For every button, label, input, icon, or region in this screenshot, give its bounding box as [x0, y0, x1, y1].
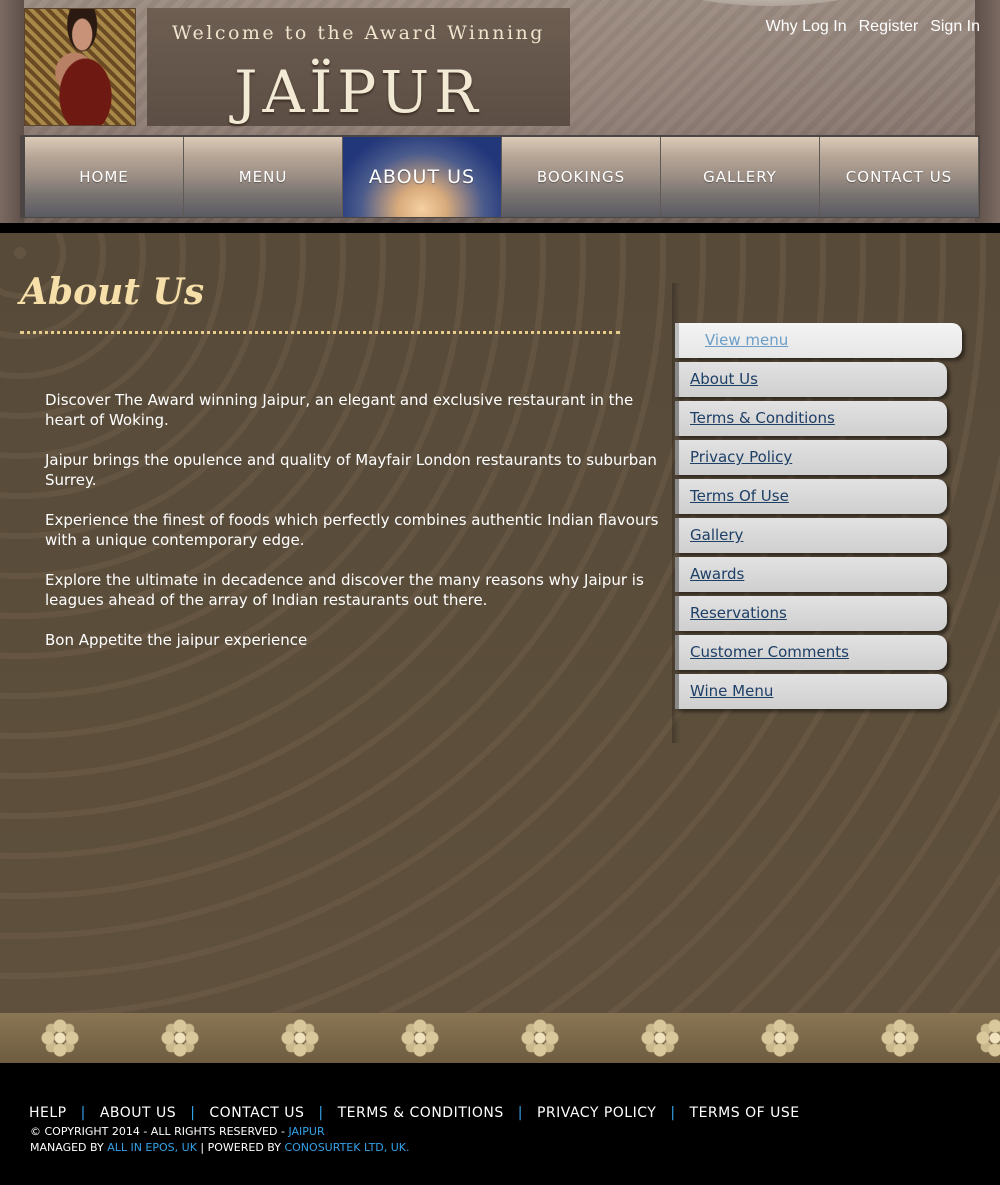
footer-link-privacy-policy[interactable]: PRIVACY POLICY: [537, 1105, 656, 1121]
flower-ornament-icon: [760, 1018, 800, 1058]
banner-brand-text: JAÏPUR: [234, 58, 483, 126]
register-link[interactable]: Register: [859, 18, 919, 36]
sign-in-link[interactable]: Sign In: [930, 18, 980, 36]
about-paragraph: Bon Appetite the jaipur experience: [45, 631, 308, 649]
footer-separator: |: [190, 1105, 196, 1121]
footer-separator: |: [517, 1105, 523, 1121]
copyright-line: © COPYRIGHT 2014 - ALL RIGHTS RESERVED -…: [30, 1125, 325, 1138]
about-paragraph: Jaipur brings the opulence and quality o…: [45, 451, 657, 489]
nav-contact-us[interactable]: CONTACT US: [820, 137, 979, 217]
main-nav: HOME MENU ABOUT US BOOKINGS GALLERY CONT…: [20, 135, 980, 218]
nav-home[interactable]: HOME: [25, 137, 184, 217]
sidebar-item-privacy-policy[interactable]: Privacy Policy: [675, 440, 947, 475]
page-title: About Us: [20, 271, 205, 313]
sidebar-item-customer-comments[interactable]: Customer Comments: [675, 635, 947, 670]
sidebar-item-about-us[interactable]: About Us: [675, 362, 947, 397]
flower-ornament-icon: [280, 1018, 320, 1058]
copyright-text: © COPYRIGHT 2014 - ALL RIGHTS RESERVED -: [30, 1125, 289, 1138]
nav-about-us[interactable]: ABOUT US: [343, 137, 502, 217]
flower-ornament-icon: [400, 1018, 440, 1058]
logo-photo[interactable]: [24, 8, 136, 126]
footer-link-about-us[interactable]: ABOUT US: [100, 1105, 176, 1121]
decorative-band: [0, 1013, 1000, 1063]
site-footer: HELP | ABOUT US | CONTACT US | TERMS & C…: [0, 1063, 1000, 1185]
view-menu-button[interactable]: View menu: [675, 323, 962, 358]
nav-bookings[interactable]: BOOKINGS: [502, 137, 661, 217]
banner-welcome-text: Welcome to the Award Winning: [172, 22, 545, 44]
footer-separator: |: [670, 1105, 676, 1121]
flower-ornament-icon: [40, 1018, 80, 1058]
about-paragraph: Discover The Award winning Jaipur, an el…: [45, 391, 634, 429]
managed-by-link[interactable]: ALL IN EPOS, UK: [107, 1141, 197, 1154]
sidebar-item-reservations[interactable]: Reservations: [675, 596, 947, 631]
header-ornament: [650, 0, 890, 6]
nav-menu[interactable]: MENU: [184, 137, 343, 217]
flower-ornament-icon: [975, 1018, 1000, 1058]
credits-line: MANAGED BY ALL IN EPOS, UK | POWERED BY …: [30, 1141, 410, 1154]
managed-by-label: MANAGED BY: [30, 1141, 108, 1154]
about-text: Discover The Award winning Jaipur, an el…: [45, 390, 665, 670]
footer-link-terms-conditions[interactable]: TERMS & CONDITIONS: [338, 1105, 504, 1121]
nav-gallery[interactable]: GALLERY: [661, 137, 820, 217]
flower-ornament-icon: [640, 1018, 680, 1058]
header-divider: [0, 223, 1000, 233]
title-divider: [20, 331, 620, 334]
flower-ornament-icon: [880, 1018, 920, 1058]
main-content: About Us Discover The Award winning Jaip…: [0, 233, 1000, 1013]
flower-ornament-icon: [160, 1018, 200, 1058]
footer-link-terms-of-use[interactable]: TERMS OF USE: [690, 1105, 800, 1121]
sidebar-item-terms-conditions[interactable]: Terms & Conditions: [675, 401, 947, 436]
sidebar-item-awards[interactable]: Awards: [675, 557, 947, 592]
footer-link-contact-us[interactable]: CONTACT US: [209, 1105, 304, 1121]
powered-by-link[interactable]: CONOSURTEK LTD, UK.: [284, 1141, 409, 1154]
footer-separator: |: [318, 1105, 324, 1121]
sidebar-item-gallery[interactable]: Gallery: [675, 518, 947, 553]
site-header: Welcome to the Award Winning JAÏPUR Why …: [0, 0, 1000, 223]
about-paragraph: Experience the finest of foods which per…: [45, 511, 659, 549]
sidebar-item-wine-menu[interactable]: Wine Menu: [675, 674, 947, 709]
sidebar-item-terms-of-use[interactable]: Terms Of Use: [675, 479, 947, 514]
footer-link-help[interactable]: HELP: [29, 1105, 67, 1121]
why-log-in-link[interactable]: Why Log In: [766, 18, 847, 36]
copyright-brand-link[interactable]: JAIPUR: [288, 1125, 324, 1138]
footer-links: HELP | ABOUT US | CONTACT US | TERMS & C…: [29, 1105, 800, 1121]
footer-separator: |: [80, 1105, 86, 1121]
about-paragraph: Explore the ultimate in decadence and di…: [45, 571, 644, 609]
logo-banner[interactable]: Welcome to the Award Winning JAÏPUR: [147, 8, 570, 126]
account-links: Why Log In Register Sign In: [766, 18, 980, 36]
powered-by-label: | POWERED BY: [196, 1141, 285, 1154]
sidebar-menu: View menu About Us Terms & Conditions Pr…: [675, 323, 965, 713]
flower-ornament-icon: [520, 1018, 560, 1058]
